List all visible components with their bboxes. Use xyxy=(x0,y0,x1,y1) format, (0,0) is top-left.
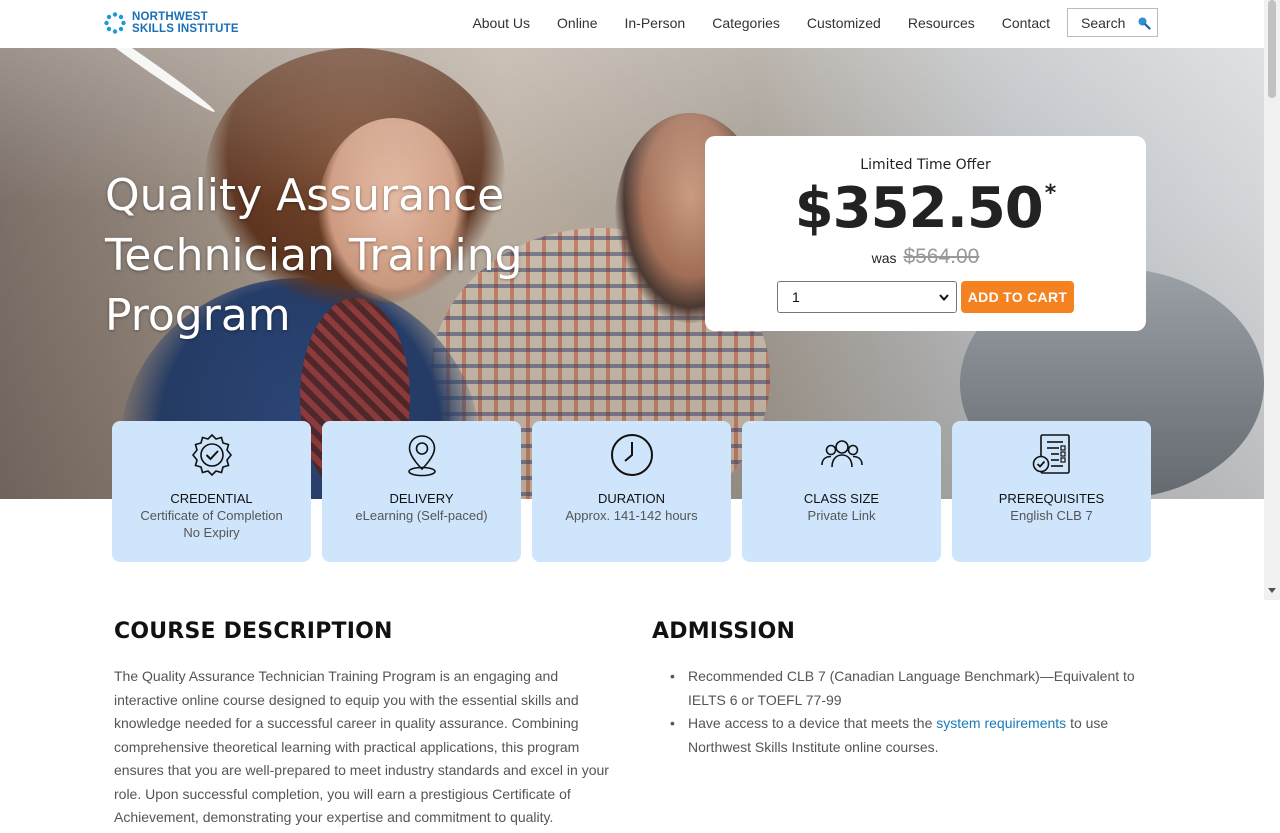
card-value: English CLB 7 xyxy=(952,507,1151,524)
quantity-value: 1 xyxy=(792,289,800,305)
scroll-down-arrow-icon[interactable] xyxy=(1268,588,1276,593)
main-nav: About Us Online In-Person Categories Cus… xyxy=(445,8,1158,37)
current-price: $352.50 xyxy=(794,176,1044,241)
checklist-icon xyxy=(1032,434,1070,474)
card-value: Certificate of Completion No Expiry xyxy=(112,507,311,541)
nav-about-us[interactable]: About Us xyxy=(472,9,530,37)
search-label: Search xyxy=(1081,14,1126,31)
price-asterisk: * xyxy=(1044,181,1057,206)
card-value-line-2: No Expiry xyxy=(183,525,240,540)
card-title: DELIVERY xyxy=(389,491,454,506)
clock-icon xyxy=(611,434,653,476)
admission-item: Have access to a device that meets the s… xyxy=(670,712,1158,759)
card-value: eLearning (Self-paced) xyxy=(322,507,521,524)
card-value: Approx. 141-142 hours xyxy=(532,507,731,524)
scrollbar-thumb[interactable] xyxy=(1268,0,1276,98)
card-value-line-1: eLearning (Self-paced) xyxy=(355,508,488,523)
location-pin-icon xyxy=(408,435,436,477)
page-title: Quality Assurance Technician Training Pr… xyxy=(105,170,523,341)
nav-resources[interactable]: Resources xyxy=(908,9,975,37)
chevron-down-icon xyxy=(939,294,949,302)
was-price-row: was $564.00 xyxy=(705,245,1146,269)
price-row: $352.50 * xyxy=(705,177,1146,241)
card-title: PREREQUISITES xyxy=(998,491,1105,506)
card-class-size: CLASS SIZE Private Link xyxy=(742,421,941,562)
badge-check-icon xyxy=(191,433,233,477)
page-scrollbar[interactable] xyxy=(1264,0,1280,600)
admission-heading: ADMISSION xyxy=(652,619,796,644)
card-title: DURATION xyxy=(598,491,665,506)
card-title: CLASS SIZE xyxy=(803,491,880,506)
card-value-line-1: English CLB 7 xyxy=(1010,508,1093,523)
card-credential: CREDENTIAL Certificate of Completion No … xyxy=(112,421,311,562)
logo-text: NORTHWEST SKILLS INSTITUTE xyxy=(132,11,239,35)
card-value-line-1: Certificate of Completion xyxy=(140,508,283,523)
course-description-heading: COURSE DESCRIPTION xyxy=(114,619,393,644)
card-delivery: DELIVERY eLearning (Self-paced) xyxy=(322,421,521,562)
site-logo[interactable]: NORTHWEST SKILLS INSTITUTE xyxy=(104,11,239,35)
system-requirements-link[interactable]: system requirements xyxy=(936,715,1066,731)
nav-contact[interactable]: Contact xyxy=(1002,9,1050,37)
admission-item: Recommended CLB 7 (Canadian Language Ben… xyxy=(670,665,1158,712)
card-value: Private Link xyxy=(742,507,941,524)
search-box[interactable]: Search xyxy=(1067,8,1158,37)
nav-categories[interactable]: Categories xyxy=(712,9,780,37)
admission-item-text: Have access to a device that meets the xyxy=(688,715,937,731)
admission-list: Recommended CLB 7 (Canadian Language Ben… xyxy=(670,665,1158,759)
card-value-line-1: Private Link xyxy=(807,508,876,523)
logo-line-2: SKILLS INSTITUTE xyxy=(132,23,239,35)
card-title: CREDENTIAL xyxy=(170,491,253,506)
offer-panel: Limited Time Offer $352.50 * was $564.00… xyxy=(705,136,1146,331)
cart-row: 1 ADD TO CART xyxy=(777,281,1074,313)
group-icon xyxy=(821,440,863,468)
site-header: NORTHWEST SKILLS INSTITUTE About Us Onli… xyxy=(0,0,1264,48)
course-description-text: The Quality Assurance Technician Trainin… xyxy=(114,668,609,825)
nav-in-person[interactable]: In-Person xyxy=(625,9,686,37)
nav-online[interactable]: Online xyxy=(557,9,597,37)
card-prerequisites: PREREQUISITES English CLB 7 xyxy=(952,421,1151,562)
offer-label: Limited Time Offer xyxy=(860,157,991,173)
quantity-select[interactable]: 1 xyxy=(777,281,957,313)
search-icon[interactable] xyxy=(1137,16,1151,30)
card-duration: DURATION Approx. 141-142 hours xyxy=(532,421,731,562)
card-value-line-1: Approx. 141-142 hours xyxy=(565,508,698,523)
dots-ring-logo-icon xyxy=(104,12,126,34)
add-to-cart-button[interactable]: ADD TO CART xyxy=(961,281,1074,313)
nav-customized[interactable]: Customized xyxy=(807,9,881,37)
logo-line-1: NORTHWEST xyxy=(132,11,208,23)
feature-cards: CREDENTIAL Certificate of Completion No … xyxy=(112,421,1152,562)
old-price: $564.00 xyxy=(903,245,980,268)
was-label: was xyxy=(871,250,897,266)
